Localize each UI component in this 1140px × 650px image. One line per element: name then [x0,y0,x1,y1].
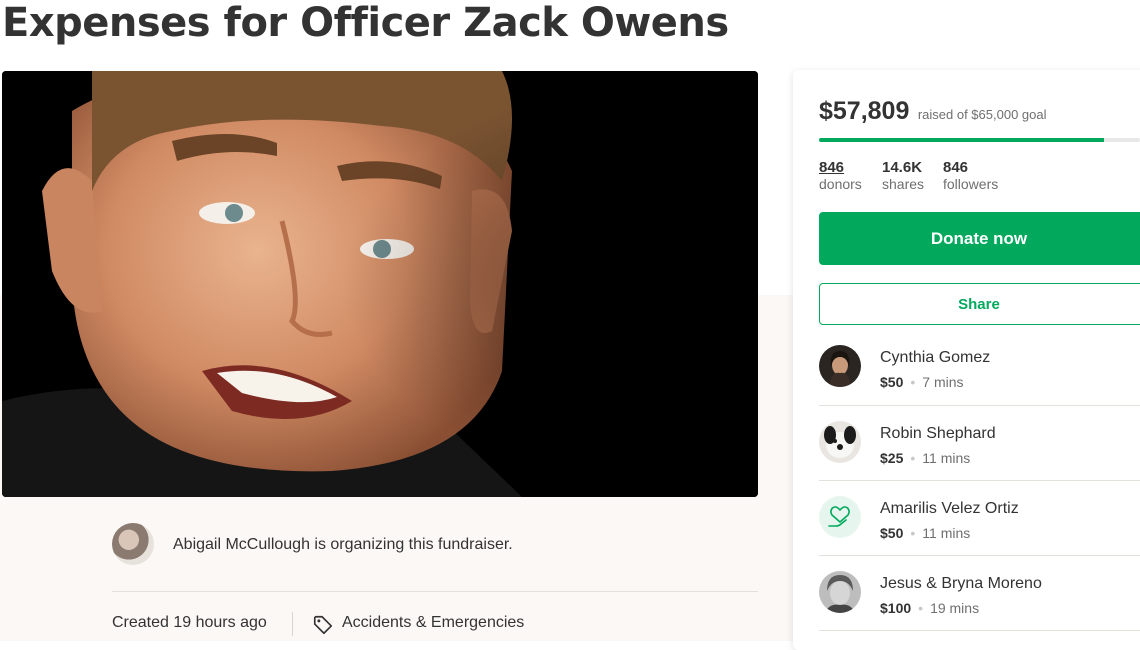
donor-time: 19 mins [930,600,980,616]
stat-donors[interactable]: 846 donors [819,159,862,193]
donor-divider [819,405,1140,406]
donor-item: Amarilis Velez Ortiz $50 • 11 mins [819,496,1140,571]
campaign-photo[interactable] [2,71,758,497]
donor-details: $50 • 7 mins [880,374,964,390]
donor-divider [819,630,1140,631]
organizer-text: Abigail McCullough is organizing this fu… [173,536,513,553]
organizer-row: Abigail McCullough is organizing this fu… [112,523,758,567]
heart-hand-icon [819,496,861,538]
donor-item: Robin Shephard $25 • 11 mins [819,421,1140,496]
donor-name: Jesus & Bryna Moreno [880,575,1042,592]
category-link[interactable]: Accidents & Emergencies [342,614,524,632]
donor-time: 11 mins [922,525,971,541]
donor-divider [819,480,1140,481]
progress-fill [819,138,1105,142]
donor-details: $50 • 11 mins [880,525,970,541]
donor-divider [819,555,1140,556]
separator-dot: • [910,374,916,390]
donor-name: Robin Shephard [880,425,996,442]
donor-time: 7 mins [922,374,964,390]
meta-separator [292,612,293,636]
raised-amount: $57,809 [819,97,910,125]
donor-details: $100 • 19 mins [880,600,979,616]
donor-time: 11 mins [922,450,971,466]
stat-value: 846 [819,159,845,176]
donor-avatar [819,571,861,613]
stat-label: donors [819,176,862,192]
stat-shares: 14.6K shares [882,159,924,193]
stat-value: 846 [943,159,969,176]
created-date: Created 19 hours ago [112,614,267,631]
amount-raised: $57,809 raised of $65,000 goal [819,97,1046,126]
campaign-photo-image [2,71,758,497]
donor-item: Cynthia Gomez $50 • 7 mins [819,345,1140,420]
divider [112,591,758,592]
tag-icon [313,615,333,635]
stat-label: shares [882,176,925,192]
donor-name: Amarilis Velez Ortiz [880,500,1019,517]
separator-dot: • [918,600,924,616]
stat-label: followers [943,176,999,192]
share-button[interactable]: Share [819,283,1140,325]
page-title: Expenses for Officer Zack Owens [2,0,729,46]
donor-name: Cynthia Gomez [880,349,991,366]
separator-dot: • [910,450,916,466]
progress-bar [819,138,1140,142]
donor-amount: $50 [880,525,904,541]
donor-details: $25 • 11 mins [880,450,970,466]
donor-avatar [819,421,861,463]
donate-button[interactable]: Donate now [819,212,1140,265]
donor-item: Jesus & Bryna Moreno $100 • 19 mins [819,571,1140,646]
separator-dot: • [910,525,916,541]
stat-followers: 846 followers [943,159,998,193]
organizer-avatar[interactable] [112,523,154,565]
donor-avatar [819,345,861,387]
stat-value: 14.6K [882,159,923,176]
donor-amount: $100 [880,600,912,616]
donor-amount: $25 [880,450,904,466]
goal-text: raised of $65,000 goal [917,107,1047,122]
donor-amount: $50 [880,374,904,390]
